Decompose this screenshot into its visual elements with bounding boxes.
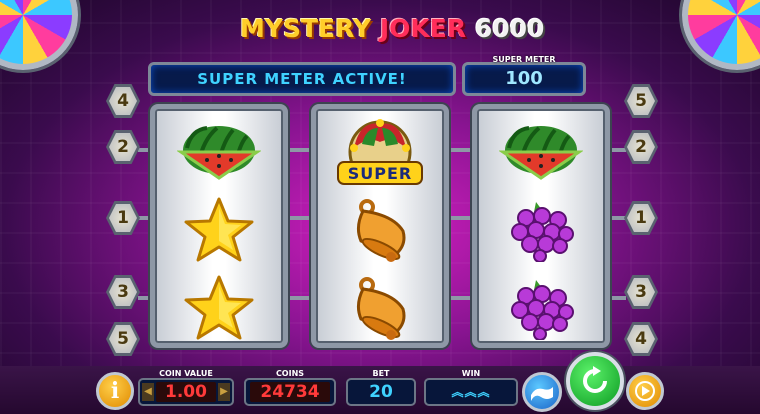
logo-word-6000: 6000 bbox=[474, 14, 545, 43]
coin-value-display: COIN VALUE ◀ 1.00 ▶ bbox=[138, 369, 234, 406]
game-logo: MYSTERY JOKER 6000 bbox=[240, 14, 544, 50]
payline-number: 4 bbox=[109, 87, 137, 115]
coin-value-increase-icon[interactable]: ▶ bbox=[218, 383, 230, 401]
reel-connector bbox=[289, 216, 313, 220]
info-icon: i bbox=[110, 378, 120, 404]
payline-number: 2 bbox=[109, 133, 137, 161]
info-button[interactable]: i bbox=[96, 372, 134, 410]
payline-number: 5 bbox=[109, 325, 137, 353]
star-icon bbox=[155, 191, 283, 269]
logo-word-joker: JOKER bbox=[379, 14, 467, 43]
star-icon bbox=[155, 269, 283, 347]
payline-connector bbox=[610, 216, 626, 220]
fast-play-button[interactable] bbox=[626, 372, 664, 410]
message-text: SUPER METER ACTIVE! bbox=[197, 70, 407, 88]
bell-icon bbox=[316, 269, 444, 347]
super-meter-panel: SUPER METER 100 bbox=[462, 55, 586, 96]
autoplay-icon bbox=[531, 387, 553, 401]
coin-value-label: COIN VALUE bbox=[159, 369, 213, 378]
super-meter-value: 100 bbox=[505, 68, 543, 89]
reel-2: SUPER bbox=[311, 104, 449, 348]
coins-value: 24734 bbox=[250, 382, 330, 402]
reel-connector bbox=[450, 216, 474, 220]
payline-number: 5 bbox=[627, 87, 655, 115]
coins-label: COINS bbox=[275, 369, 305, 378]
reel-connector bbox=[289, 148, 313, 152]
reel-connector bbox=[450, 148, 474, 152]
bet-value: 20 bbox=[369, 382, 393, 402]
reel-1 bbox=[150, 104, 288, 348]
play-icon bbox=[635, 381, 655, 401]
payline-number: 3 bbox=[109, 278, 137, 306]
payline-number: 3 bbox=[627, 278, 655, 306]
super-joker-icon: SUPER bbox=[316, 113, 444, 191]
game-stage: MYSTERY JOKER 6000 SUPER METER ACTIVE! S… bbox=[0, 0, 760, 414]
coin-value-decrease-icon[interactable]: ◀ bbox=[142, 383, 154, 401]
win-chevrons-icon: ︽︽︽ bbox=[451, 385, 491, 399]
grapes-icon bbox=[477, 191, 605, 269]
payline-connector bbox=[610, 148, 626, 152]
bet-selector[interactable]: BET 20 bbox=[346, 369, 416, 406]
payline-number: 1 bbox=[109, 204, 137, 232]
bell-icon bbox=[316, 191, 444, 269]
super-meter-label: SUPER METER bbox=[492, 55, 556, 64]
message-panel: SUPER METER ACTIVE! bbox=[148, 62, 456, 96]
watermelon-icon bbox=[155, 113, 283, 191]
logo-word-mystery: MYSTERY bbox=[240, 14, 372, 43]
spin-icon bbox=[583, 366, 607, 393]
payline-number: 2 bbox=[627, 133, 655, 161]
payline-number: 4 bbox=[627, 325, 655, 353]
win-display: WIN ︽︽︽ bbox=[424, 369, 518, 406]
watermelon-icon bbox=[477, 113, 605, 191]
super-label: SUPER bbox=[347, 164, 413, 183]
grapes-icon bbox=[477, 269, 605, 347]
payline-connector bbox=[610, 296, 626, 300]
win-label: WIN bbox=[461, 369, 481, 378]
reel-connector bbox=[450, 296, 474, 300]
coins-display: COINS 24734 bbox=[244, 369, 336, 406]
reel-3 bbox=[472, 104, 610, 348]
coin-value: 1.00 bbox=[156, 382, 216, 402]
reel-connector bbox=[289, 296, 313, 300]
autoplay-button[interactable] bbox=[522, 372, 562, 412]
bet-label: BET bbox=[372, 369, 390, 378]
payline-number: 1 bbox=[627, 204, 655, 232]
spin-button[interactable] bbox=[566, 352, 624, 410]
